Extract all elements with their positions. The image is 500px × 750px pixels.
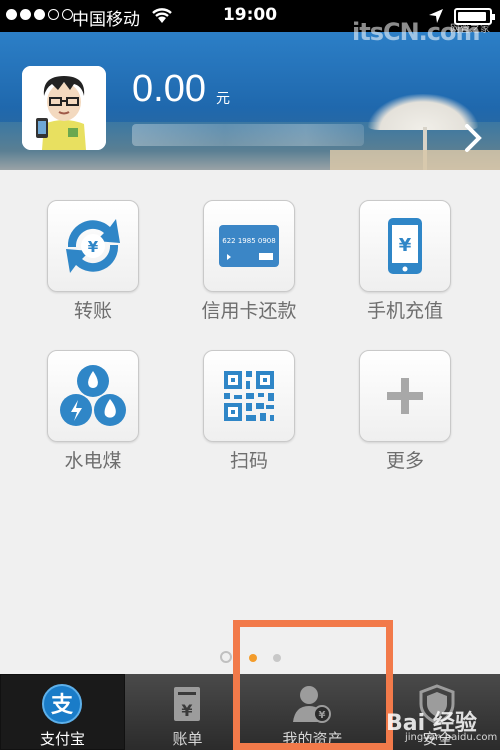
masked-account-name: [132, 124, 364, 146]
transfer-icon: ¥: [66, 219, 120, 273]
bill-icon: ¥: [174, 687, 200, 721]
avatar[interactable]: [22, 66, 106, 150]
phone-recharge-label: 手机充值: [366, 300, 443, 322]
chevron-right-icon[interactable]: [464, 123, 482, 153]
credit-card-icon: 622 1985 0908: [219, 225, 279, 267]
svg-text:¥: ¥: [399, 235, 412, 256]
phone-recharge-icon: ¥: [388, 218, 422, 274]
transfer-label: 转账: [73, 300, 112, 322]
balance-amount: 0.00: [132, 68, 206, 110]
highlight-annotation-box: [233, 620, 393, 750]
credit-card-repay-button[interactable]: 622 1985 0908: [203, 200, 295, 292]
alipay-icon: 支: [42, 684, 82, 724]
credit-card-label: 信用卡还款: [201, 300, 297, 322]
transfer-button[interactable]: ¥: [47, 200, 139, 292]
qr-scan-icon: [224, 371, 274, 421]
svg-text:¥: ¥: [181, 701, 192, 720]
tab-alipay[interactable]: 支 支付宝: [0, 674, 125, 750]
plus-icon: [387, 378, 423, 414]
tab-alipay-label: 支付宝: [39, 730, 85, 748]
services-grid: ¥ 转账 622 1985 0908 信用卡还款 ¥ 手机充值 水电煤 扫码 更…: [0, 170, 500, 674]
svg-text:¥: ¥: [88, 238, 99, 256]
more-label: 更多: [385, 450, 424, 472]
baidu-watermark-url: jingyan.baidu.com: [405, 732, 498, 743]
phone-recharge-button[interactable]: ¥: [359, 200, 451, 292]
utilities-button[interactable]: [47, 350, 139, 442]
utilities-label: 水电煤: [64, 450, 122, 472]
balance-unit: 元: [216, 91, 230, 107]
site-watermark-sub: 网管之家: [450, 24, 490, 35]
refresh-page-icon: [220, 651, 232, 663]
avatar-illustration: [22, 66, 106, 150]
more-button[interactable]: [359, 350, 451, 442]
utilities-icon: [60, 365, 126, 426]
tab-bill-label: 账单: [172, 730, 203, 748]
qr-scan-label: 扫码: [229, 450, 268, 472]
account-header[interactable]: 0.00 元: [0, 32, 500, 170]
card-number: 622 1985 0908: [222, 237, 275, 245]
svg-text:支: 支: [51, 693, 74, 718]
qr-scan-button[interactable]: [203, 350, 295, 442]
tab-bill[interactable]: ¥ 账单: [125, 674, 250, 750]
beach-umbrella-background: [368, 94, 478, 130]
